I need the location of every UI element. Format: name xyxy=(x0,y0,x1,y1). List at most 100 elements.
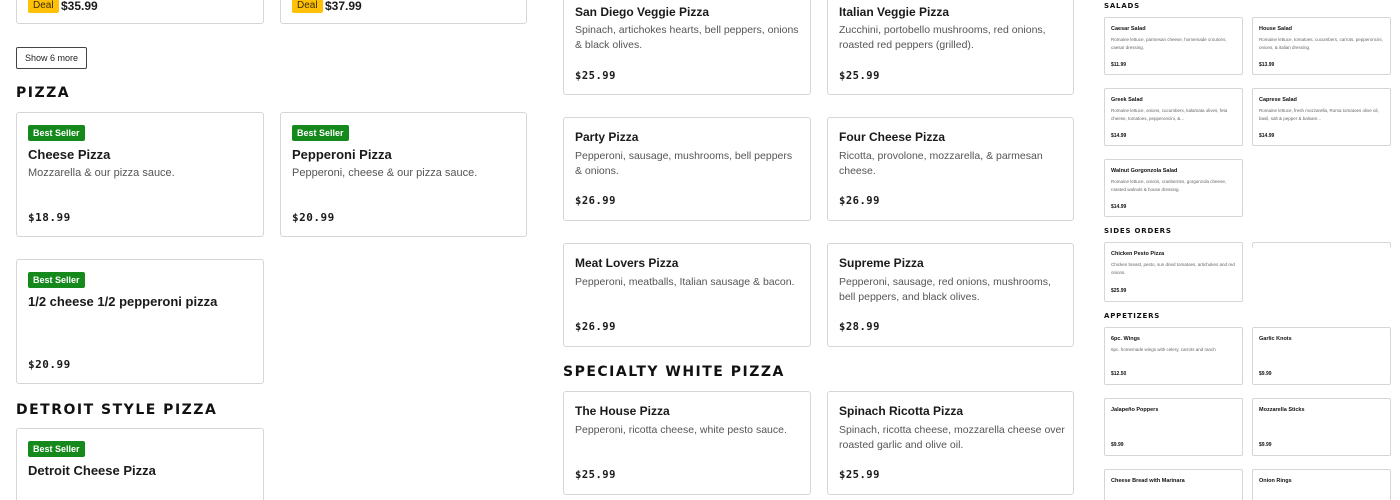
item-name: Cheese Bread with Marinara xyxy=(1111,478,1185,484)
item-name: Four Cheese Pizza xyxy=(839,130,946,144)
section-title-pizza: pizza xyxy=(16,85,71,101)
item-name: Caesar Salad xyxy=(1111,26,1146,32)
menu-item-card[interactable]: Spinach Ricotta Pizza Spinach, ricotta c… xyxy=(827,391,1074,495)
item-price: $14.99 xyxy=(1111,204,1127,210)
mini-item-card[interactable]: Cheese Bread with Marinara xyxy=(1104,469,1243,500)
item-name: Greek Salad xyxy=(1111,97,1143,103)
item-description: Spinach, artichokes hearts, bell peppers… xyxy=(575,24,799,51)
item-price: $25.99 xyxy=(575,70,616,82)
item-name: Onion Rings xyxy=(1259,478,1292,484)
item-name: The House Pizza xyxy=(575,404,670,418)
item-name: Chicken Pesto Pizza xyxy=(1111,251,1165,257)
item-price: $25.99 xyxy=(839,469,880,481)
item-price: $18.99 xyxy=(28,211,71,224)
item-description: Pepperoni, sausage, mushrooms, bell pepp… xyxy=(575,150,793,177)
mini-item-card[interactable]: Chicken Pesto Pizza Chicken breast, pest… xyxy=(1104,242,1243,302)
item-description: Romaine lettuce, parmesan cheese, homema… xyxy=(1111,37,1227,50)
section-title-white-pizza: specialty white pizza xyxy=(563,364,785,380)
item-description: Spinach, ricotta cheese, mozzarella chee… xyxy=(839,424,1065,451)
show-more-button[interactable]: Show 6 more xyxy=(16,47,88,69)
item-price: $25.99 xyxy=(575,469,616,481)
mini-item-card[interactable]: Greek Salad Romaine lettuce, onions, cuc… xyxy=(1104,88,1243,146)
item-description: Romaine lettuce, tomatoes, cucumbers, ca… xyxy=(1259,37,1383,50)
menu-item-card[interactable]: Best Seller Pepperoni Pizza Pepperoni, c… xyxy=(280,112,527,237)
item-description: Zucchini, portobello mushrooms, red onio… xyxy=(839,24,1046,51)
item-name: Detroit Cheese Pizza xyxy=(28,463,156,478)
mini-item-card[interactable]: Caprese Salad Romaine lettuce, fresh moz… xyxy=(1252,88,1391,146)
item-name: San Diego Veggie Pizza xyxy=(575,5,710,19)
item-description: Pepperoni, sausage, red onions, mushroom… xyxy=(839,276,1051,303)
mini-item-card[interactable]: Walnut Gorgonzola Salad Romaine lettuce,… xyxy=(1104,159,1243,217)
item-price: $9.99 xyxy=(1259,371,1272,377)
item-name: Walnut Gorgonzola Salad xyxy=(1111,168,1178,174)
item-price: $11.99 xyxy=(1111,62,1127,68)
item-price: $28.99 xyxy=(839,321,880,333)
item-name: 6pc. Wings xyxy=(1111,336,1140,342)
item-name: Spinach Ricotta Pizza xyxy=(839,404,964,418)
item-price: $13.99 xyxy=(1259,62,1275,68)
mini-item-card[interactable]: Caesar Salad Romaine lettuce, parmesan c… xyxy=(1104,17,1243,75)
item-description: Pepperoni, cheese & our pizza sauce. xyxy=(292,167,478,179)
deal-price: $35.99 xyxy=(61,0,98,13)
item-name: Party Pizza xyxy=(575,130,639,144)
menu-item-card[interactable]: Party Pizza Pepperoni, sausage, mushroom… xyxy=(563,117,811,221)
item-description: Romaine lettuce, onions, cranberries, go… xyxy=(1111,179,1227,192)
item-name: Mozzarella Sticks xyxy=(1259,407,1305,413)
menu-item-card[interactable]: San Diego Veggie Pizza Spinach, artichok… xyxy=(563,0,811,95)
mini-item-card[interactable]: House Salad Romaine lettuce, tomatoes, c… xyxy=(1252,17,1391,75)
item-description: Romaine lettuce, fresh mozzarella, Roma … xyxy=(1259,108,1379,121)
item-price: $14.99 xyxy=(1259,133,1275,139)
item-description: Pepperoni, ricotta cheese, white pesto s… xyxy=(575,424,787,436)
menu-item-card[interactable]: Italian Veggie Pizza Zucchini, portobell… xyxy=(827,0,1074,95)
menu-item-card[interactable]: Supreme Pizza Pepperoni, sausage, red on… xyxy=(827,243,1074,347)
menu-item-card[interactable]: Meat Lovers Pizza Pepperoni, meatballs, … xyxy=(563,243,811,347)
deal-card-2[interactable]: Deal $37.99 xyxy=(280,0,527,24)
item-name: Jalapeño Poppers xyxy=(1111,407,1159,413)
item-price: $26.99 xyxy=(575,195,616,207)
item-name: Italian Veggie Pizza xyxy=(839,5,950,19)
item-name: Caprese Salad xyxy=(1259,97,1297,103)
item-name: Supreme Pizza xyxy=(839,256,924,270)
item-price: $25.99 xyxy=(839,70,880,82)
item-description: Ricotta, provolone, mozzarella, & parmes… xyxy=(839,150,1043,177)
best-seller-badge: Best Seller xyxy=(28,125,85,141)
item-name: Meat Lovers Pizza xyxy=(575,256,679,270)
item-price: $26.99 xyxy=(575,321,616,333)
mini-item-card[interactable]: 6pc. Wings 6pc. homemade wings with cele… xyxy=(1104,327,1243,385)
item-price: $9.99 xyxy=(1259,442,1272,448)
item-price: $20.99 xyxy=(28,358,71,371)
item-description: 6pc. homemade wings with celery, carrots… xyxy=(1111,347,1216,352)
menu-item-card[interactable]: Best Seller 1/2 cheese 1/2 pepperoni piz… xyxy=(16,259,264,384)
item-description: Chicken breast, pesto, sun dried tomatoe… xyxy=(1111,262,1235,275)
menu-item-card[interactable]: The House Pizza Pepperoni, ricotta chees… xyxy=(563,391,811,495)
item-name: Garlic Knots xyxy=(1259,336,1292,342)
item-description: Pepperoni, meatballs, Italian sausage & … xyxy=(575,276,795,288)
item-price: $12.50 xyxy=(1111,371,1127,377)
menu-item-card[interactable]: Best Seller Detroit Cheese Pizza xyxy=(16,428,264,500)
section-title-salads: SALADS xyxy=(1104,2,1140,10)
deal-price: $37.99 xyxy=(325,0,362,13)
item-price: $14.99 xyxy=(1111,133,1127,139)
menu-item-card[interactable]: Four Cheese Pizza Ricotta, provolone, mo… xyxy=(827,117,1074,221)
section-title-appetizers: APPETIZERS xyxy=(1104,312,1161,320)
mini-item-card-partial[interactable] xyxy=(1252,242,1391,248)
mini-item-card[interactable]: Jalapeño Poppers $9.99 xyxy=(1104,398,1243,456)
item-name: House Salad xyxy=(1259,26,1293,32)
mini-item-card[interactable]: Garlic Knots $9.99 xyxy=(1252,327,1391,385)
item-price: $20.99 xyxy=(292,211,335,224)
deal-badge: Deal xyxy=(28,0,59,13)
section-title-detroit: detroit style pizza xyxy=(16,402,218,418)
item-description: Mozzarella & our pizza sauce. xyxy=(28,167,175,179)
section-title-sides: SIDES ORDERS xyxy=(1104,227,1172,235)
item-price: $9.99 xyxy=(1111,442,1124,448)
mini-item-card[interactable]: Onion Rings xyxy=(1252,469,1391,500)
item-price: $25.99 xyxy=(1111,288,1127,294)
mini-item-card[interactable]: Mozzarella Sticks $9.99 xyxy=(1252,398,1391,456)
item-price: $26.99 xyxy=(839,195,880,207)
deal-badge: Deal xyxy=(292,0,323,13)
best-seller-badge: Best Seller xyxy=(292,125,349,141)
item-name: 1/2 cheese 1/2 pepperoni pizza xyxy=(28,294,218,309)
item-name: Cheese Pizza xyxy=(28,147,111,162)
menu-item-card[interactable]: Best Seller Cheese Pizza Mozzarella & ou… xyxy=(16,112,264,237)
deal-card-1[interactable]: Deal $35.99 xyxy=(16,0,264,24)
